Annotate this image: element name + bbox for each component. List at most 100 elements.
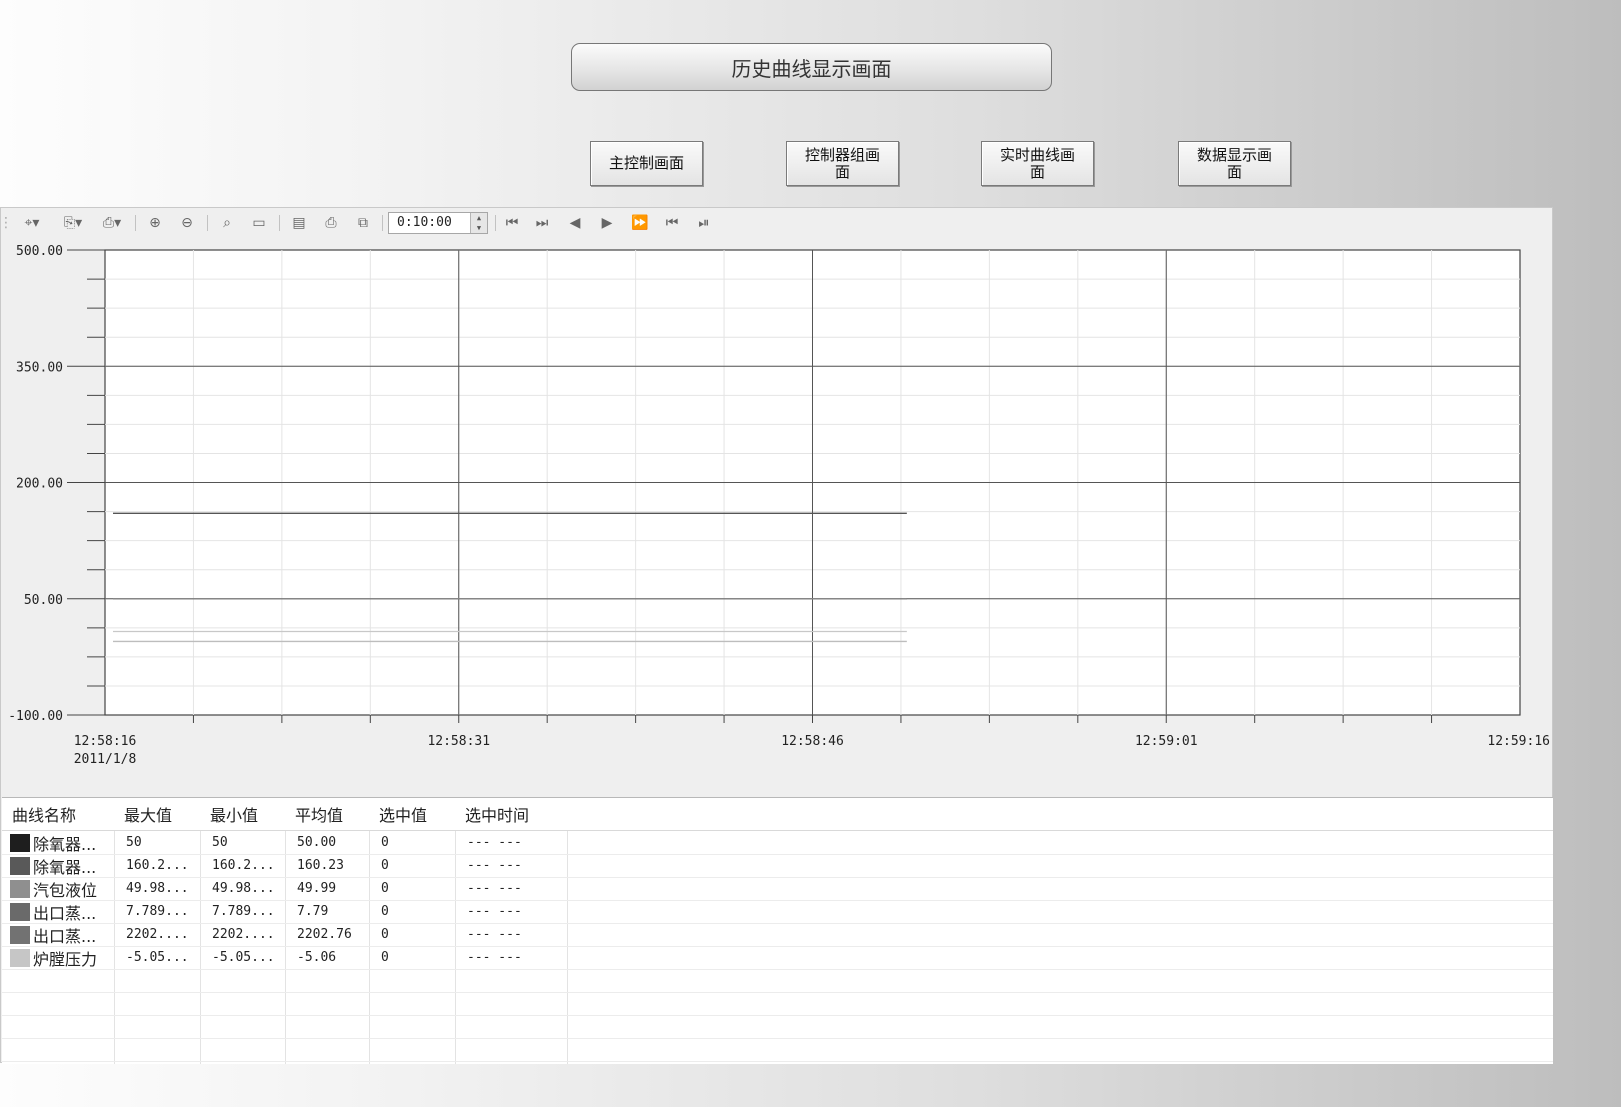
cell-avg: 160.23 [297,858,344,873]
cell-max: 7.789... [126,904,189,919]
x-date-label: 2011/1/8 [74,752,137,767]
table-row[interactable]: 除氧器... 160.2... 160.2... 160.23 0 --- --- [2,854,1553,878]
table-row [2,969,1553,993]
cell-name: 汽包液位 [6,877,97,900]
y-tick-label: 200.00 [16,477,63,492]
toolbar-grip-icon: ⋮ [0,215,13,231]
series-name: 汽包液位 [33,880,98,900]
step-back-icon[interactable]: ◀ [565,214,585,232]
y-tick-label: 500.00 [16,244,63,259]
curve-statistics-table: 曲线名称 最大值 最小值 平均值 选中值 选中时间除氧器... 50 50 50.00 0 --- … [2,797,1553,1064]
cell-time: --- --- [467,904,522,919]
table-header-row: 曲线名称 最大值 最小值 平均值 选中值 选中时间 [2,798,1553,831]
screen-title: 历史曲线显示画面 [571,43,1052,91]
copy-icon[interactable]: ⧉ [351,214,375,232]
series-color-swatch [10,879,30,898]
column-header[interactable]: 选中时间 [461,798,529,830]
start-icon[interactable]: ⏮ [661,214,683,232]
prev-page-icon[interactable]: ⏭ [531,214,553,232]
cell-max: 49.98... [126,881,189,896]
zoom-in-icon[interactable]: ⊕ [143,214,167,232]
series-color-swatch [10,948,30,967]
controller-group-screen-button[interactable]: 控制器组画 面 [786,141,899,186]
cell-sel: 0 [381,835,389,850]
cell-time: --- --- [467,950,522,965]
series-color-swatch [10,925,30,944]
cell-min: 49.98... [212,881,275,896]
cell-sel: 0 [381,950,389,965]
cell-avg: 7.79 [297,904,329,919]
x-tick-label: 12:59:01 [1135,734,1198,749]
column-header[interactable]: 曲线名称 [8,798,76,830]
cell-min: 50 [212,835,228,850]
series-color-swatch [10,902,30,921]
trend-toolbar: ⋮ ⌖▾ ⎘▾ ⎙▾ ⊕ ⊖ ⌕ ▭ ▤ ⎙ ⧉ 0:10:00 ▲ ▼ ⏮ ⏭ … [0,208,1552,238]
table-row[interactable]: 汽包液位 49.98... 49.98... 49.99 0 --- --- [2,877,1553,901]
column-header[interactable]: 最大值 [120,798,172,830]
series-color-swatch [10,856,30,875]
cell-sel: 0 [381,927,389,942]
cell-avg: -5.06 [297,950,337,965]
cell-avg: 2202.76 [297,927,352,942]
cell-sel: 0 [381,881,389,896]
cell-time: --- --- [467,927,522,942]
series-name: 除氧器... [33,834,97,854]
column-header[interactable]: 最小值 [206,798,258,830]
table-row[interactable]: 除氧器... 50 50 50.00 0 --- --- [2,831,1553,855]
cell-max: -5.05... [126,950,189,965]
next-page-icon[interactable]: ⏩ [629,214,651,232]
zoom-out-icon[interactable]: ⊖ [175,214,199,232]
export-icon[interactable]: ⎘▾ [56,214,90,232]
cell-name: 出口蒸... [6,900,96,923]
cell-avg: 49.99 [297,881,337,896]
series-name: 除氧器... [33,857,97,877]
table-row [2,1015,1553,1039]
first-icon[interactable]: ⏮ [501,214,523,232]
cell-sel: 0 [381,904,389,919]
y-tick-label: -100.00 [8,709,63,724]
zoom-area-icon[interactable]: ⌕ [215,214,239,232]
cell-min: 2202.... [212,927,275,942]
cell-time: --- --- [467,881,522,896]
data-display-screen-button[interactable]: 数据显示画 面 [1178,141,1291,186]
cell-max: 2202.... [126,927,189,942]
column-header[interactable]: 平均值 [291,798,343,830]
stop-icon[interactable]: ⏯ [693,214,715,232]
y-tick-label: 50.00 [24,593,63,608]
cell-sel: 0 [381,858,389,873]
history-trend-chart[interactable]: 500.00 350.00 200.00 50.00 -100.00 12:58:16 12… [1,238,1554,798]
x-tick-label: 12:58:31 [427,734,490,749]
cell-avg: 50.00 [297,835,337,850]
table-row[interactable]: 出口蒸... 7.789... 7.789... 7.79 0 --- --- [2,900,1553,924]
time-span-spinner[interactable]: ▲ ▼ [470,213,487,233]
table-row [2,992,1553,1016]
import-icon[interactable]: ⎙▾ [95,214,129,232]
y-tick-label: 350.00 [16,360,63,375]
series-name: 出口蒸... [33,926,97,946]
cell-min: -5.05... [212,950,275,965]
print-icon[interactable]: ⎙ [319,214,343,232]
cell-time: --- --- [467,835,522,850]
document-icon[interactable]: ▤ [287,214,311,232]
time-span-input[interactable]: 0:10:00 ▲ ▼ [388,212,488,234]
time-span-value: 0:10:00 [397,215,452,230]
main-control-screen-button[interactable]: 主控制画面 [590,141,703,186]
series-color-swatch [10,833,30,852]
cell-min: 7.789... [212,904,275,919]
column-header[interactable]: 选中值 [375,798,427,830]
step-forward-icon[interactable]: ▶ [597,214,617,232]
cell-max: 50 [126,835,142,850]
select-tool-icon[interactable]: ⌖▾ [15,214,49,232]
cell-name: 除氧器... [6,854,96,877]
table-row [2,1038,1553,1062]
x-tick-label: 12:58:46 [781,734,844,749]
realtime-curve-screen-button[interactable]: 实时曲线画 面 [981,141,1094,186]
table-row[interactable]: 出口蒸... 2202.... 2202.... 2202.76 0 --- --- [2,923,1553,947]
series-name: 出口蒸... [33,903,97,923]
cell-min: 160.2... [212,858,275,873]
cell-name: 炉膛压力 [6,946,97,969]
trend-control-panel: ⋮ ⌖▾ ⎘▾ ⎙▾ ⊕ ⊖ ⌕ ▭ ▤ ⎙ ⧉ 0:10:00 ▲ ▼ ⏮ ⏭ … [0,207,1554,1064]
cell-max: 160.2... [126,858,189,873]
zoom-reset-icon[interactable]: ▭ [247,214,271,232]
table-row[interactable]: 炉膛压力 -5.05... -5.05... -5.06 0 --- --- [2,946,1553,970]
